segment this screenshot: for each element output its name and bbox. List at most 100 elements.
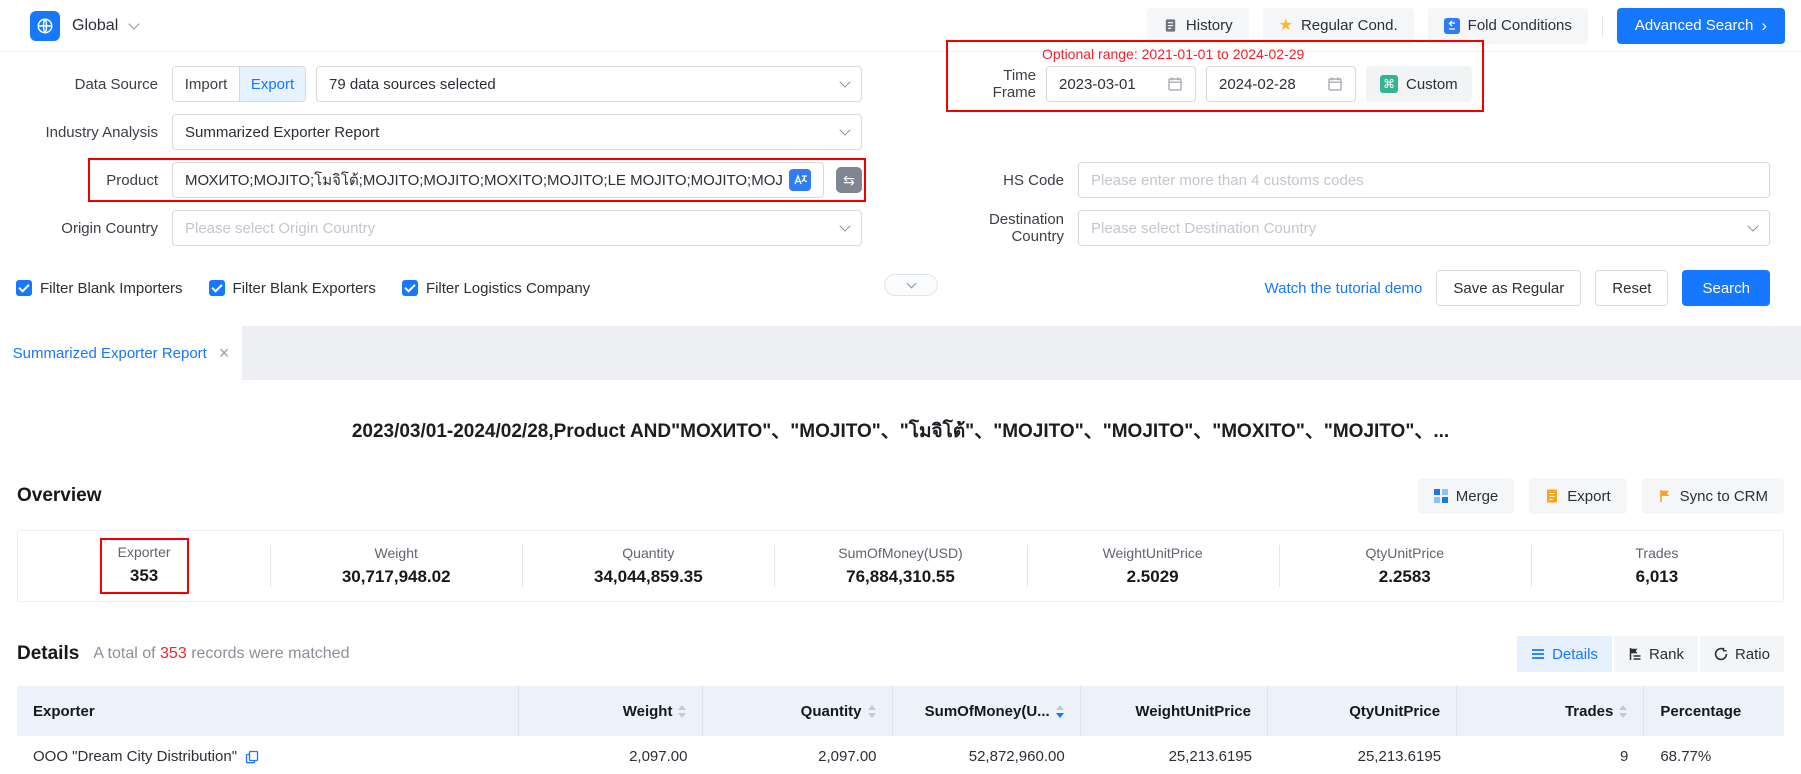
brand-selector[interactable]: Global	[30, 11, 138, 41]
filter-blank-importers-label: Filter Blank Importers	[40, 280, 183, 297]
export-button[interactable]: Export	[1529, 478, 1626, 514]
history-button[interactable]: History	[1147, 8, 1249, 44]
stat-label: QtyUnitPrice	[1365, 545, 1444, 561]
destination-country-row: Destination Country Please select Destin…	[946, 210, 1770, 246]
merge-label: Merge	[1456, 488, 1499, 505]
tab-label: Summarized Exporter Report	[13, 345, 207, 362]
stat-value: 76,884,310.55	[846, 567, 955, 587]
copy-icon[interactable]	[245, 750, 259, 764]
col-label: Trades	[1565, 703, 1613, 720]
export-file-icon	[1545, 489, 1559, 503]
destination-country-select[interactable]: Please select Destination Country	[1078, 210, 1770, 246]
regular-cond-label: Regular Cond.	[1301, 17, 1398, 34]
stat-label: Quantity	[622, 545, 674, 561]
data-source-row: Data Source Import Export 79 data source…	[16, 66, 862, 102]
hs-code-input[interactable]	[1091, 172, 1757, 189]
sort-control[interactable]	[1619, 705, 1627, 718]
rank-icon	[1628, 647, 1642, 661]
result-query-title: 2023/03/01-2024/02/28,Product AND"МОХИТО…	[0, 416, 1801, 446]
view-rank-button[interactable]: Rank	[1614, 636, 1698, 672]
advanced-search-label: Advanced Search	[1635, 17, 1753, 34]
stat-value: 6,013	[1636, 567, 1679, 587]
tutorial-demo-link[interactable]: Watch the tutorial demo	[1265, 280, 1423, 297]
view-ratio-button[interactable]: Ratio	[1700, 636, 1784, 672]
topbar-actions: History ★ Regular Cond. Fold Conditions …	[1147, 8, 1785, 44]
stat-label: SumOfMoney(USD)	[838, 545, 962, 561]
cell-exporter: OOO "Dream City Distribution"	[17, 748, 519, 765]
col-label: WeightUnitPrice	[1135, 703, 1251, 720]
calendar-icon	[1327, 76, 1343, 92]
col-exporter: Exporter	[17, 686, 519, 736]
hs-code-input-wrap	[1078, 162, 1770, 198]
sort-desc-icon-active	[1056, 713, 1064, 718]
custom-range-button[interactable]: ⌘ Custom	[1366, 66, 1472, 102]
sort-control[interactable]	[678, 705, 686, 718]
sort-desc-icon	[1619, 713, 1627, 718]
stat-value: 2.5029	[1127, 567, 1179, 587]
time-frame-label: Time Frame	[956, 67, 1036, 101]
cell-weight: 2,097.00	[519, 748, 704, 765]
close-icon[interactable]: ×	[219, 344, 230, 362]
details-title: Details	[17, 643, 79, 665]
origin-country-label: Origin Country	[16, 220, 172, 237]
filter-logistics-company-checkbox[interactable]: Filter Logistics Company	[402, 280, 590, 297]
fold-icon	[1444, 18, 1460, 34]
export-toggle[interactable]: Export	[239, 67, 305, 101]
view-details-button[interactable]: Details	[1517, 636, 1612, 672]
date-start-input[interactable]: 2023-03-01	[1046, 66, 1196, 102]
data-sources-select[interactable]: 79 data sources selected	[316, 66, 862, 102]
stat-label: Exporter	[118, 544, 171, 560]
cell-quantity: 2,097.00	[703, 748, 892, 765]
flag-icon	[1658, 489, 1672, 503]
save-as-regular-button[interactable]: Save as Regular	[1436, 270, 1581, 306]
product-input[interactable]: МОХИТО;MOJITO;โมจิโต้;MOJITO;MOJITO;MOXI…	[172, 162, 824, 198]
synonym-expand-icon[interactable]: ⇆	[836, 167, 862, 193]
translate-icon[interactable]	[789, 169, 811, 191]
sync-to-crm-label: Sync to CRM	[1680, 488, 1768, 505]
cell-qty-unit-price: 25,213.6195	[1268, 748, 1457, 765]
list-icon	[1531, 647, 1545, 661]
tab-strip: Summarized Exporter Report ×	[0, 326, 1801, 380]
destination-country-placeholder: Please select Destination Country	[1091, 220, 1749, 237]
fold-conditions-button[interactable]: Fold Conditions	[1428, 8, 1588, 44]
stat-value: 2.2583	[1379, 567, 1431, 587]
merge-button[interactable]: Merge	[1418, 478, 1515, 514]
sync-to-crm-button[interactable]: Sync to CRM	[1642, 478, 1784, 514]
stat-weight: Weight 30,717,948.02	[270, 531, 522, 601]
hs-code-row: HS Code	[946, 162, 1770, 198]
fold-conditions-label: Fold Conditions	[1468, 17, 1572, 34]
reset-button[interactable]: Reset	[1595, 270, 1668, 306]
search-button[interactable]: Search	[1682, 270, 1770, 306]
origin-country-select[interactable]: Please select Origin Country	[172, 210, 862, 246]
sort-control[interactable]	[1056, 705, 1064, 718]
col-weight: Weight	[519, 686, 704, 736]
filter-blank-importers-checkbox[interactable]: Filter Blank Importers	[16, 280, 183, 297]
advanced-search-button[interactable]: Advanced Search ›	[1617, 8, 1785, 44]
date-end-input[interactable]: 2024-02-28	[1206, 66, 1356, 102]
calendar-icon	[1167, 76, 1183, 92]
sort-desc-icon	[868, 713, 876, 718]
sort-control[interactable]	[868, 705, 876, 718]
filter-blank-exporters-checkbox[interactable]: Filter Blank Exporters	[209, 280, 376, 297]
date-start-value: 2023-03-01	[1059, 76, 1167, 93]
collapse-conditions-button[interactable]	[884, 274, 938, 296]
import-toggle[interactable]: Import	[173, 67, 239, 101]
star-icon: ★	[1279, 18, 1293, 34]
stat-quantity: Quantity 34,044,859.35	[522, 531, 774, 601]
industry-analysis-select[interactable]: Summarized Exporter Report	[172, 114, 862, 150]
checkbox-checked-icon	[209, 280, 225, 296]
col-label: Exporter	[33, 703, 95, 720]
exporter-name-link[interactable]: OOO "Dream City Distribution"	[33, 748, 237, 765]
date-end-value: 2024-02-28	[1219, 76, 1327, 93]
regular-cond-button[interactable]: ★ Regular Cond.	[1263, 8, 1414, 44]
hs-code-label: HS Code	[946, 172, 1078, 189]
chevron-right-icon: ›	[1761, 16, 1767, 36]
brand-label: Global	[72, 17, 118, 35]
stat-trades: Trades 6,013	[1531, 531, 1783, 601]
col-label: Quantity	[801, 703, 862, 720]
stat-exporter: Exporter 353	[18, 531, 270, 601]
topbar: Global History ★ Regular Cond. Fold Cond…	[0, 0, 1801, 52]
tab-summarized-exporter-report[interactable]: Summarized Exporter Report ×	[0, 326, 242, 380]
cell-sum-of-money: 52,872,960.00	[893, 748, 1081, 765]
ratio-icon	[1714, 647, 1728, 661]
